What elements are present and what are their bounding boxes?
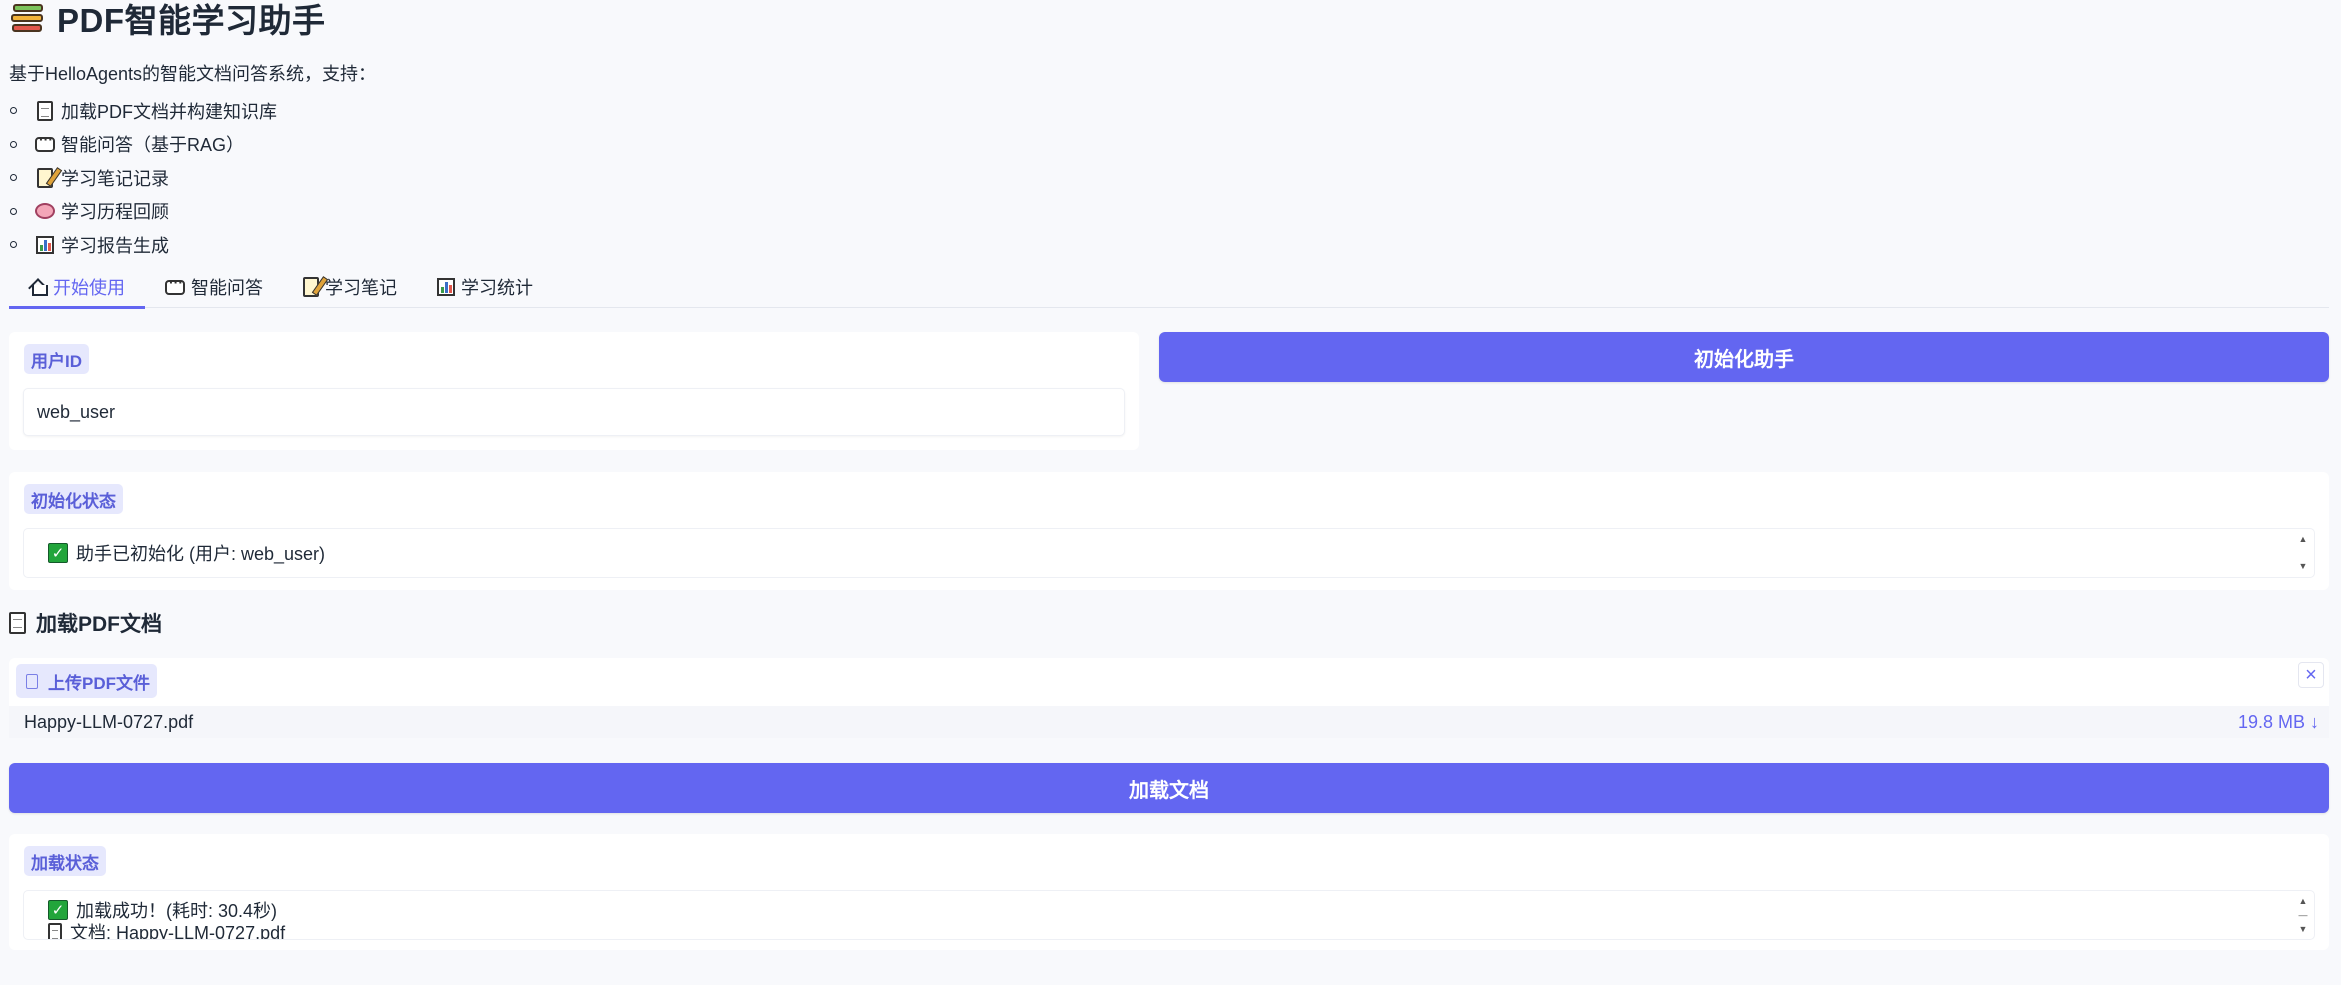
check-mark-icon: ✓	[48, 543, 68, 563]
check-mark-icon: ✓	[48, 900, 68, 920]
bullet-icon	[10, 207, 17, 215]
tab-stats[interactable]: 学习统计	[417, 267, 553, 307]
document-icon	[35, 100, 55, 121]
scroll-arrows[interactable]: ▲ ▼	[2297, 535, 2309, 571]
init-status-text: 助手已初始化 (用户: web_user)	[76, 544, 326, 564]
bullet-icon	[10, 174, 17, 182]
user-id-card: 用户ID web_user	[9, 332, 1139, 450]
load-status-card: 加载状态 ✓ 加载成功！(耗时: 30.4秒) 文档: Happy-LLM-07…	[9, 834, 2329, 950]
memo-icon	[35, 167, 55, 188]
page-title: PDF智能学习助手	[57, 2, 326, 39]
document-icon	[9, 612, 26, 634]
tab-label: 开始使用	[53, 278, 125, 298]
load-section-title: 加载PDF文档	[36, 613, 162, 636]
tab-label: 学习统计	[461, 278, 533, 298]
tab-label: 学习笔记	[325, 278, 397, 298]
feature-item: 智能问答（基于RAG）	[9, 128, 2329, 162]
feature-item: 学习笔记记录	[9, 161, 2329, 195]
load-status-line: ✓ 加载成功！(耗时: 30.4秒)	[48, 898, 2314, 922]
feature-label: 加载PDF文档并构建知识库	[61, 101, 277, 122]
tab-notes[interactable]: 学习笔记	[283, 267, 417, 307]
file-name: Happy-LLM-0727.pdf	[24, 711, 194, 732]
upload-label: 上传PDF文件	[16, 664, 157, 698]
title-row: PDF智能学习助手	[9, 0, 2329, 39]
bullet-icon	[10, 140, 17, 148]
feature-label: 智能问答（基于RAG）	[61, 135, 245, 156]
load-status-label: 加载状态	[24, 846, 106, 876]
bullet-icon	[10, 107, 17, 115]
upload-card[interactable]: 上传PDF文件 × Happy-LLM-0727.pdf 19.8 MB ↓	[9, 658, 2329, 738]
user-id-label: 用户ID	[24, 344, 89, 374]
load-section-heading: 加载PDF文档	[9, 608, 162, 638]
document-icon	[48, 923, 62, 939]
feature-item: 加载PDF文档并构建知识库	[9, 94, 2329, 128]
bullet-icon	[10, 241, 17, 249]
file-download-link[interactable]: 19.8 MB ↓	[2238, 712, 2319, 733]
clear-file-button[interactable]: ×	[2298, 662, 2324, 688]
feature-label: 学习报告生成	[61, 235, 169, 256]
feature-label: 学习笔记记录	[61, 168, 169, 189]
init-status-textbox[interactable]: ✓ 助手已初始化 (用户: web_user) ▲ ▼	[23, 528, 2315, 578]
books-icon	[11, 1, 45, 35]
upload-label-text: 上传PDF文件	[48, 673, 150, 693]
speech-bubble-icon	[165, 274, 185, 295]
home-icon	[29, 278, 48, 296]
load-status-textbox[interactable]: ✓ 加载成功！(耗时: 30.4秒) 文档: Happy-LLM-0727.pd…	[23, 890, 2315, 940]
init-status-card: 初始化状态 ✓ 助手已初始化 (用户: web_user) ▲ ▼	[9, 472, 2329, 590]
app-description: 基于HelloAgents的智能文档问答系统，支持：	[9, 64, 377, 84]
tab-getting-started[interactable]: 开始使用	[9, 269, 145, 309]
memo-icon	[303, 277, 319, 297]
tab-label: 智能问答	[191, 278, 263, 298]
tab-bar: 开始使用 智能问答 学习笔记 学习统计	[9, 267, 2329, 309]
uploaded-file-row: Happy-LLM-0727.pdf 19.8 MB ↓	[9, 706, 2329, 738]
load-doc-text: 文档: Happy-LLM-0727.pdf	[70, 923, 286, 940]
speech-bubble-icon	[35, 131, 55, 154]
file-icon	[26, 673, 38, 689]
bar-chart-icon	[35, 235, 55, 255]
brain-icon	[35, 201, 55, 221]
scroll-arrows[interactable]: ▲ — ▼	[2297, 897, 2309, 934]
user-id-input[interactable]: web_user	[23, 388, 1125, 436]
feature-label: 学习历程回顾	[61, 202, 169, 223]
load-status-line: 文档: Happy-LLM-0727.pdf	[48, 920, 2314, 940]
feature-item: 学习报告生成	[9, 228, 2329, 262]
load-document-button[interactable]: 加载文档	[9, 763, 2329, 813]
bar-chart-icon	[437, 278, 455, 296]
feature-list: 加载PDF文档并构建知识库 智能问答（基于RAG） 学习笔记记录 学习历程回顾 …	[9, 94, 2329, 262]
app-root: PDF智能学习助手 基于HelloAgents的智能文档问答系统，支持： 加载P…	[0, 0, 2341, 985]
tab-qa[interactable]: 智能问答	[145, 267, 283, 307]
init-status-label: 初始化状态	[24, 484, 123, 514]
init-assistant-button[interactable]: 初始化助手	[1159, 332, 2329, 382]
feature-item: 学习历程回顾	[9, 195, 2329, 229]
